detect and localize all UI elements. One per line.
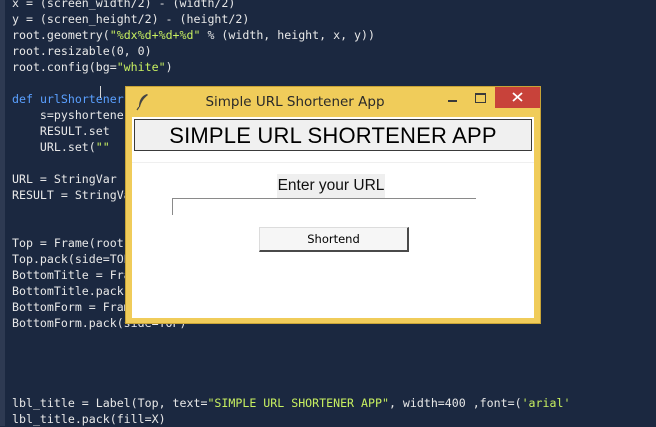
minimize-button[interactable] [439,89,467,109]
code-token: % (width, height, x, y)) [200,28,375,42]
code-token: s=pyshorteners [12,108,138,122]
shorten-button[interactable]: Shortend [259,227,409,252]
code-line: root.geometry("%dx%d+%d+%d" % (width, he… [12,27,570,43]
editor-gutter [0,0,5,426]
window-title: Simple URL Shortener App [205,94,385,110]
code-line: lbl_title.pack(fill=X) [12,411,570,427]
code-token: root.geometry( [12,28,110,42]
code-line: lbl_title = Label(Top, text="SIMPLE URL … [12,395,570,411]
app-window: Simple URL Shortener App SIMPLE URL SHOR… [125,86,541,324]
code-token: urlShortener [39,92,124,106]
window-content: SIMPLE URL SHORTENER APP Enter your URL … [132,117,534,318]
code-token: Top.pack(side=TOP) [12,252,138,266]
mouse-cursor [100,86,101,98]
code-token: x = (screen_width/2) - (width/2) [12,0,236,10]
app-header-title: SIMPLE URL SHORTENER APP [169,123,497,148]
code-token: y = (screen_height/2) - (height/2) [12,12,250,26]
code-line: root.config(bg="white") [12,59,570,75]
code-token: URL = StringVar [12,172,117,186]
code-token: lbl_title.pack(fill=X) [12,412,166,426]
code-token: root.resizable(0, 0) [12,44,152,58]
code-token: "white" [116,60,166,74]
code-token: "SIMPLE URL SHORTENER APP" [207,396,389,410]
code-line: y = (screen_height/2) - (height/2) [12,11,570,27]
close-icon [512,92,523,102]
url-label: Enter your URL [277,174,385,198]
app-header: SIMPLE URL SHORTENER APP [134,119,532,151]
code-token: def [12,92,33,106]
code-token: URL.set( [12,140,96,154]
divider [132,162,534,163]
code-line: x = (screen_width/2) - (width/2) [12,0,570,11]
code-line: root.resizable(0, 0) [12,43,570,59]
code-token: lbl_title = Label(Top, text= [12,396,208,410]
code-token: BottomTitle.pack [12,284,124,298]
code-token: RESULT.set [12,124,110,138]
code-token: , width=400 ,font=( [388,396,522,410]
code-token: ) [165,60,173,74]
code-token: Top = Frame(root [12,236,124,250]
url-input[interactable] [172,198,476,215]
code-token: RESULT = StringVar [12,188,138,202]
code-token: "%dx%d+%d+%d" [109,28,201,42]
maximize-button[interactable] [467,89,495,109]
code-token: root.config(bg= [12,60,117,74]
code-token: 'arial' [521,396,571,410]
close-button[interactable] [495,87,540,108]
window-titlebar[interactable]: Simple URL Shortener App [126,87,540,117]
code-token: "" [95,140,110,154]
code-token: BottomForm = Frame [12,300,138,314]
